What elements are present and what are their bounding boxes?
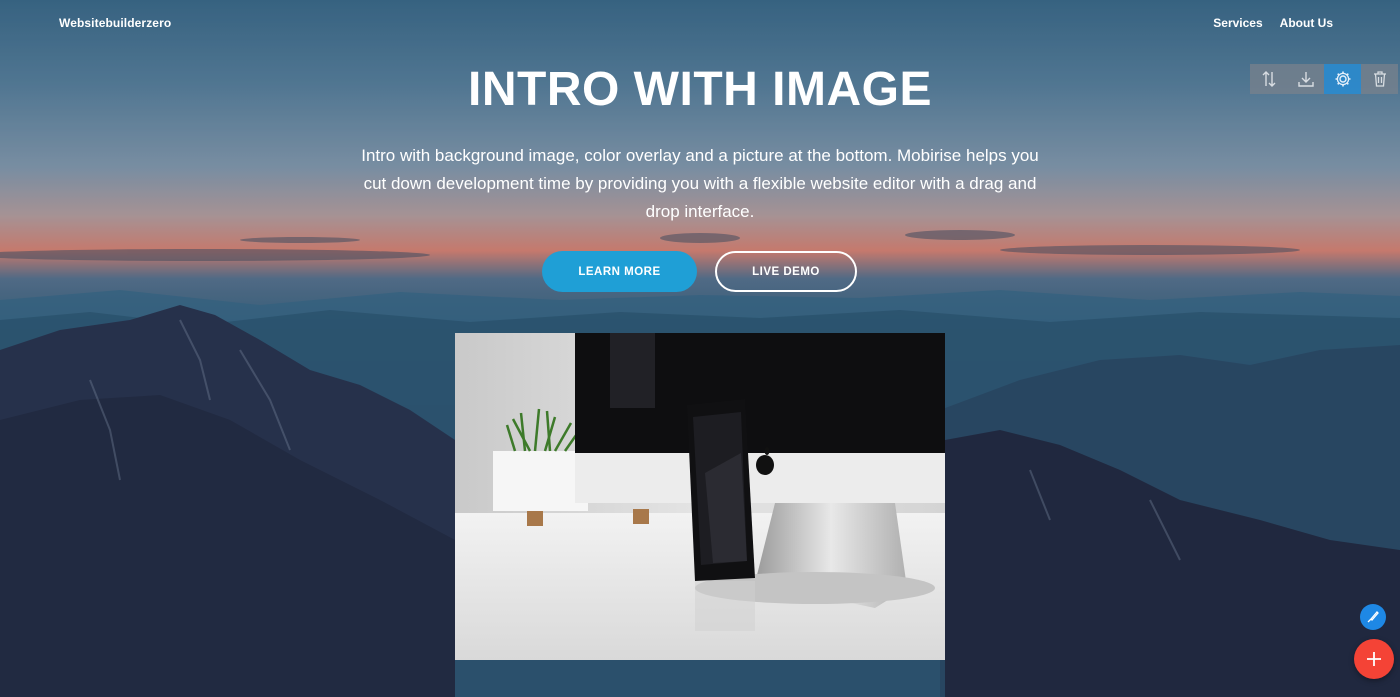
hero-description: Intro with background image, color overl…	[361, 146, 1039, 221]
page: Websitebuilderzero Services About Us INT…	[0, 0, 1400, 697]
hero-bottom-image	[455, 333, 945, 660]
brand-logo[interactable]: Websitebuilderzero	[59, 16, 171, 30]
theme-brush-button[interactable]	[1360, 604, 1386, 630]
live-demo-button[interactable]: LIVE DEMO	[715, 251, 857, 292]
brush-icon	[1367, 611, 1379, 623]
learn-more-button[interactable]: LEARN MORE	[542, 251, 697, 292]
nav-item-services[interactable]: Services	[1213, 16, 1262, 30]
add-block-button[interactable]	[1354, 639, 1394, 679]
top-nav: Services About Us	[1213, 16, 1333, 30]
plus-icon	[1367, 652, 1381, 666]
hero-title: INTRO WITH IMAGE	[468, 63, 932, 116]
nav-item-about-us[interactable]: About Us	[1280, 16, 1333, 30]
